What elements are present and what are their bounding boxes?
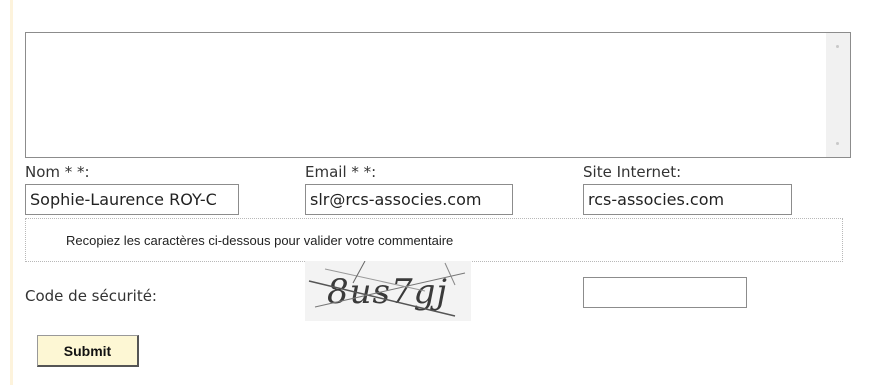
name-label: Nom * *: <box>25 163 90 181</box>
comment-scrollbar[interactable] <box>826 33 850 157</box>
scroll-down-icon[interactable] <box>836 142 839 145</box>
left-decorative-rule <box>10 0 13 385</box>
security-code-input[interactable] <box>583 277 747 308</box>
captcha-instruction-box: Recopiez les caractères ci-dessous pour … <box>25 218 843 262</box>
captcha-instruction: Recopiez les caractères ci-dessous pour … <box>66 233 454 248</box>
comment-textarea[interactable] <box>26 33 826 157</box>
email-field[interactable] <box>305 184 513 215</box>
website-field[interactable] <box>583 184 792 215</box>
captcha-text: 8us7gj <box>327 272 448 312</box>
comment-textarea-container <box>25 32 851 158</box>
captcha-image: 8us7gj <box>305 261 471 321</box>
submit-button[interactable]: Submit <box>37 335 139 367</box>
scroll-up-icon[interactable] <box>836 45 839 48</box>
website-label: Site Internet: <box>583 163 682 181</box>
email-label: Email * *: <box>305 163 377 181</box>
security-code-label: Code de sécurité: <box>25 287 157 305</box>
name-field[interactable] <box>25 184 239 215</box>
